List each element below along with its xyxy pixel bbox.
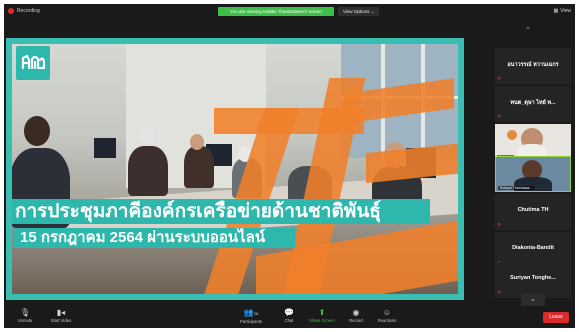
muted-mic-icon: ✕ xyxy=(497,114,502,120)
participant-name: อนาวรรณ์ หวานเฉกร xyxy=(507,62,559,68)
unmute-label: Unmute xyxy=(17,318,33,323)
participant-tile[interactable]: อนาวรรณ์ หวานเฉกร ✕ xyxy=(495,48,571,84)
share-screen-label: Share Screen xyxy=(309,318,335,323)
muted-mic-icon: ✕ xyxy=(497,290,502,296)
shared-screen: การประชุมภาคีองค์กรเครือข่ายด้านชาติพันธ… xyxy=(6,38,464,300)
start-video-label: Start Video xyxy=(50,318,72,323)
slide-subtitle: 15 กรกฎาคม 2564 ผ่านระบบออนไลน์ xyxy=(13,228,295,248)
participant-video-tile[interactable]: Katalina xyxy=(495,124,571,160)
participant-name: Diakonia-Bandit xyxy=(512,245,554,251)
record-label: Record xyxy=(349,318,363,323)
chevron-down-icon: ⌄ xyxy=(370,9,375,14)
record-button[interactable]: ◉ Record xyxy=(339,308,373,324)
muted-mic-icon: ✕ xyxy=(497,76,502,82)
leave-button[interactable]: Leave xyxy=(543,312,569,323)
meeting-room-photo xyxy=(6,38,464,300)
top-bar: Recording You are viewing Kaitaki Thanta… xyxy=(4,4,575,20)
view-label: View xyxy=(560,8,571,14)
participant-strip[interactable]: ⌃ อนาวรรณ์ หวานเฉกร ✕ ทนต_ดุษา ไทย์ ท...… xyxy=(495,26,571,306)
chevron-down-icon[interactable]: ⌄ xyxy=(521,294,545,306)
chat-icon: 💬 xyxy=(284,308,294,317)
start-video-button[interactable]: ▮◂ Start Video xyxy=(44,308,78,324)
reactions-button[interactable]: ☺ Reactions xyxy=(370,308,404,324)
share-screen-icon: ⬆ xyxy=(318,308,326,317)
participant-tile[interactable]: Suriyan Tonghe... ✕ xyxy=(495,262,571,298)
screen-share-notice: You are viewing Kaitaki Thantarawee's sc… xyxy=(218,7,334,16)
muted-mic-icon: ✕ xyxy=(497,222,502,228)
participants-icon: 👥26 xyxy=(243,308,259,317)
recording-indicator[interactable]: Recording xyxy=(8,8,40,14)
participant-name: Suriyan Tonghe... xyxy=(510,275,556,281)
participant-name: Chutima TH xyxy=(517,207,549,213)
muted-mic-icon: 🎙 xyxy=(19,308,31,317)
unmute-button[interactable]: 🎙 Unmute xyxy=(8,308,42,324)
participant-name: ทนต_ดุษา ไทย์ ท... xyxy=(510,100,556,106)
participant-tile[interactable]: Chutima TH ✕ xyxy=(495,194,571,230)
video-camera-off-icon: ▮◂ xyxy=(56,308,66,317)
recording-label: Recording xyxy=(17,8,40,14)
view-options-button[interactable]: View Options ⌄ xyxy=(338,7,380,16)
reactions-label: Reactions xyxy=(377,318,397,323)
participants-button[interactable]: 👥26 Participants xyxy=(234,308,268,325)
participant-tile[interactable]: ทนต_ดุษา ไทย์ ท... ✕ xyxy=(495,86,571,122)
view-options-label: View Options xyxy=(343,9,370,14)
chat-label: Chat xyxy=(284,318,294,323)
zoom-window: Recording You are viewing Kaitaki Thanta… xyxy=(4,4,575,328)
organization-logo-icon xyxy=(16,46,50,80)
slide-title: การประชุมภาคีองค์กรเครือข่ายด้านชาติพันธ… xyxy=(6,199,430,224)
participant-video-tile-active[interactable]: Suriyan Thanmasa... xyxy=(495,156,571,192)
share-screen-button[interactable]: ⬆ Share Screen xyxy=(305,308,339,324)
meeting-toolbar: 🎙 Unmute ▮◂ Start Video 👥26 Participants… xyxy=(4,306,575,328)
participant-name: Suriyan Thanmasa... xyxy=(498,186,535,190)
chevron-up-icon[interactable]: ⌃ xyxy=(525,26,531,34)
record-icon: ◉ xyxy=(352,308,360,317)
view-button[interactable]: ▦ View xyxy=(554,8,571,14)
participants-count: 26 xyxy=(253,311,259,316)
grid-icon: ▦ xyxy=(553,8,559,14)
smiley-icon: ☺ xyxy=(382,308,392,317)
chat-button[interactable]: 💬 Chat xyxy=(272,308,306,324)
participants-label: Participants xyxy=(240,319,262,324)
record-dot-icon xyxy=(8,8,14,14)
